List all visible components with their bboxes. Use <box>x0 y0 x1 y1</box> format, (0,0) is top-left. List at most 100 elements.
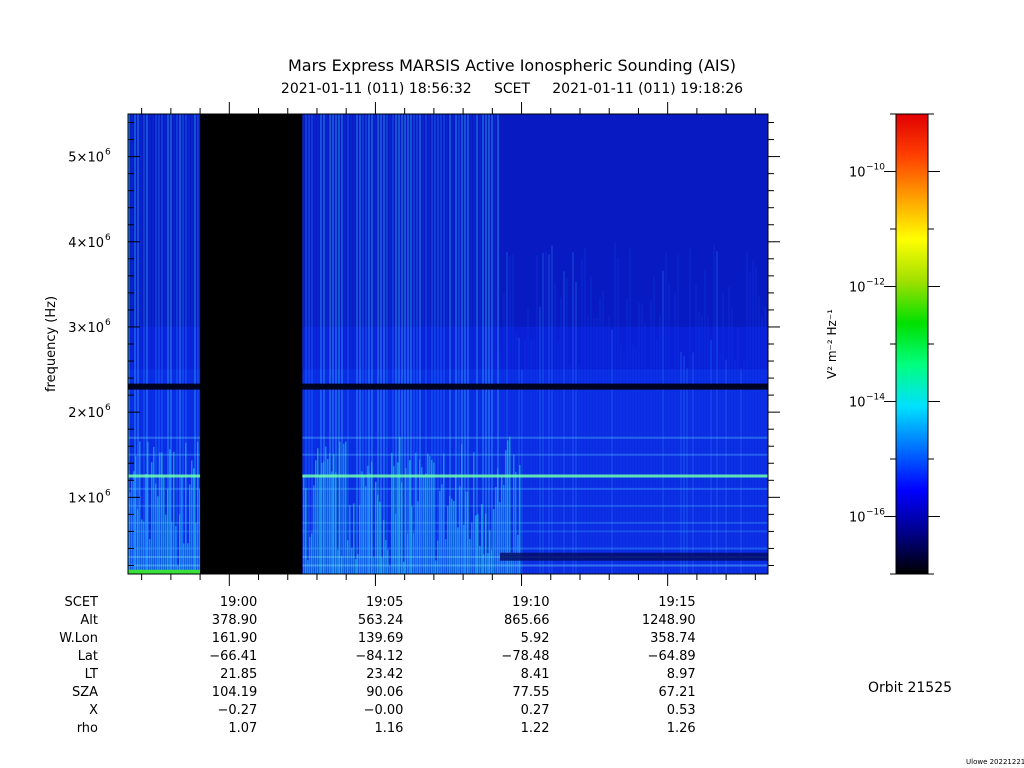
ephemeris-label: W.Lon <box>59 631 98 646</box>
colorbar-tick-label: 10 <box>849 511 866 526</box>
low-frequency-echo <box>163 476 165 574</box>
low-frequency-echo <box>353 503 355 574</box>
ephemeris-value: 1.22 <box>520 721 550 736</box>
low-frequency-echo <box>155 483 157 574</box>
y-axis-label: frequency (Hz) <box>44 296 59 392</box>
low-frequency-echo <box>169 449 171 574</box>
ephemeris-label: SCET <box>64 595 98 610</box>
y-tick-label: 1×10 <box>68 491 104 506</box>
ephemeris-value: 1.16 <box>374 721 404 736</box>
ephemeris-value: 378.90 <box>211 613 258 628</box>
low-frequency-echo <box>313 485 315 574</box>
ephemeris-value: 77.55 <box>512 685 550 700</box>
colorbar-tick-label: 10 <box>849 396 866 411</box>
low-frequency-echo <box>365 486 367 574</box>
ephemeris-value: 139.69 <box>357 631 404 646</box>
low-frequency-echo <box>479 545 481 574</box>
ephemeris-value: −84.12 <box>355 649 404 664</box>
x-tick-label: 19:15 <box>658 595 696 610</box>
colorbar-tick-exponent: −16 <box>866 508 885 518</box>
y-tick-exponent: 6 <box>105 318 111 328</box>
ephemeris-value: −0.27 <box>217 703 258 718</box>
y-tick-label: 4×10 <box>68 236 104 251</box>
low-frequency-echo <box>413 533 415 574</box>
y-tick-label: 3×10 <box>68 321 104 336</box>
ephemeris-value: 1.07 <box>228 721 258 736</box>
ephemeris-label: Alt <box>80 613 98 628</box>
low-frequency-echo <box>451 498 453 574</box>
low-frequency-echo <box>405 467 407 574</box>
low-frequency-echo <box>185 442 187 574</box>
ephemeris-label: SZA <box>71 685 98 700</box>
low-frequency-echo <box>343 443 345 574</box>
low-frequency-echo <box>401 482 403 574</box>
low-frequency-echo <box>497 467 499 574</box>
low-frequency-echo <box>159 452 161 574</box>
y-tick-exponent: 6 <box>105 488 111 498</box>
orbit-label: Orbit 21525 <box>868 680 953 696</box>
y-tick-label: 5×10 <box>68 151 104 166</box>
ephemeris-value: 104.19 <box>211 685 258 700</box>
low-frequency-echo <box>153 446 155 574</box>
ephemeris-value: 0.53 <box>666 703 696 718</box>
low-frequency-echo <box>489 530 491 574</box>
x-tick-label: 19:00 <box>219 595 258 610</box>
colorbar <box>895 113 929 575</box>
low-frequency-echo <box>377 495 379 574</box>
ephemeris-value: −66.41 <box>209 649 258 664</box>
low-frequency-echo <box>379 501 381 574</box>
low-frequency-echo <box>439 490 441 574</box>
ephemeris-label: X <box>89 703 98 718</box>
low-frequency-echo <box>427 453 429 574</box>
low-frequency-echo <box>453 501 455 574</box>
ephemeris-value: 5.92 <box>520 631 550 646</box>
low-frequency-echo <box>447 506 449 574</box>
low-frequency-echo <box>467 491 469 574</box>
low-frequency-echo <box>499 501 501 574</box>
low-frequency-echo <box>349 504 351 574</box>
low-frequency-echo <box>417 501 419 574</box>
x-tick-label: 19:05 <box>365 595 404 610</box>
ephemeris-label: LT <box>84 667 98 682</box>
y-tick-exponent: 6 <box>105 148 111 158</box>
low-frequency-echo <box>391 452 393 574</box>
ephemeris-value: 8.97 <box>666 667 696 682</box>
y-tick-exponent: 6 <box>105 403 111 413</box>
low-frequency-echo <box>359 505 361 574</box>
low-frequency-echo <box>309 536 311 574</box>
low-frequency-echo <box>325 446 327 574</box>
low-frequency-echo <box>457 527 459 574</box>
low-frequency-echo <box>197 441 199 574</box>
low-frequency-echo <box>147 441 149 574</box>
low-frequency-echo <box>317 448 319 574</box>
low-frequency-echo <box>441 484 443 574</box>
colorbar-tick-label: 10 <box>849 281 866 296</box>
green-low-band <box>128 569 201 574</box>
ephemeris-value: 21.85 <box>220 667 258 682</box>
ephemeris-value: 865.66 <box>504 613 550 628</box>
low-frequency-echo <box>131 479 133 574</box>
low-frequency-echo <box>189 484 191 574</box>
low-frequency-echo <box>411 506 413 574</box>
low-frequency-echo <box>491 550 493 574</box>
ephemeris-value: 161.90 <box>211 631 258 646</box>
low-frequency-echo <box>481 504 483 574</box>
ephemeris-label: Lat <box>77 649 98 664</box>
ephemeris-value: 1248.90 <box>641 613 696 628</box>
low-frequency-echo <box>311 533 313 574</box>
ephemeris-value: 8.41 <box>520 667 550 682</box>
ephemeris-value: 23.42 <box>366 667 404 682</box>
low-frequency-echo <box>443 453 445 574</box>
y-tick-exponent: 6 <box>105 233 111 243</box>
low-frequency-echo <box>459 486 461 574</box>
ephemeris-value: −0.00 <box>363 703 404 718</box>
low-frequency-echo <box>319 476 321 574</box>
colorbar-tick-label: 10 <box>849 166 866 181</box>
low-frequency-echo <box>307 560 309 574</box>
ephemeris-value: 563.24 <box>357 613 404 628</box>
low-frequency-echo <box>173 451 175 574</box>
ephemeris-value: −64.89 <box>647 649 696 664</box>
low-frequency-echo <box>339 441 341 574</box>
ephemeris-value: 0.27 <box>520 703 550 718</box>
low-frequency-echo <box>337 549 339 574</box>
